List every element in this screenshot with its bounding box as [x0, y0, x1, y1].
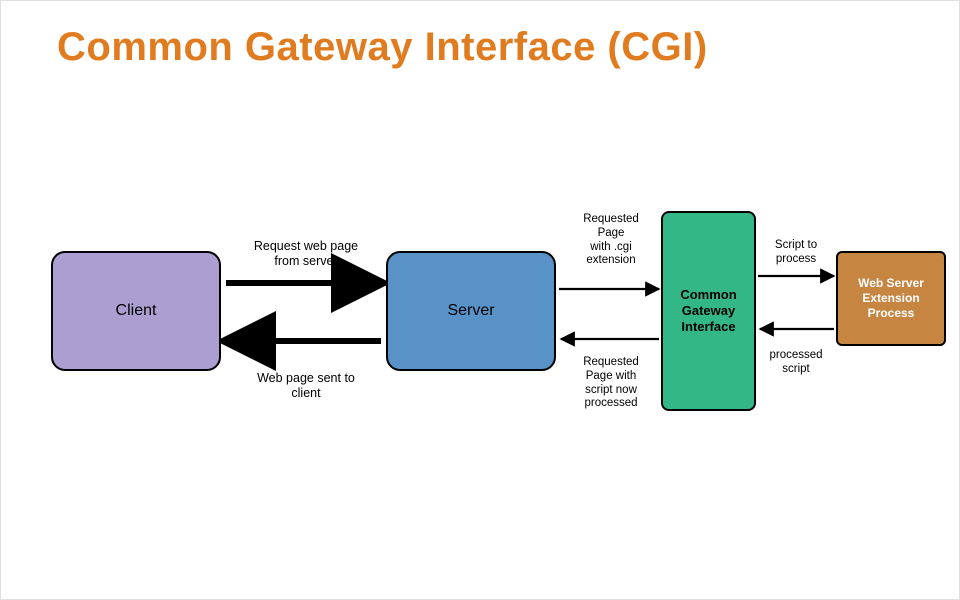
node-server-label: Server: [447, 301, 494, 321]
node-ext-label: Web Server Extension Process: [858, 276, 924, 321]
label-server-to-client: Web page sent to client: [236, 371, 376, 401]
diagram-stage: Client Server Common Gateway Interface W…: [41, 171, 921, 491]
label-cgi-to-ext: Script to process: [756, 239, 836, 267]
label-cgi-to-server: Requested Page with script now processed: [561, 356, 661, 411]
slide-title: Common Gateway Interface (CGI): [57, 25, 708, 70]
node-ext: Web Server Extension Process: [836, 251, 946, 346]
node-client-label: Client: [116, 301, 157, 321]
node-client: Client: [51, 251, 221, 371]
node-cgi-label: Common Gateway Interface: [680, 287, 736, 336]
label-client-to-server: Request web page from server: [236, 239, 376, 269]
node-cgi: Common Gateway Interface: [661, 211, 756, 411]
node-server: Server: [386, 251, 556, 371]
label-server-to-cgi: Requested Page with .cgi extension: [561, 213, 661, 268]
label-ext-to-cgi: processed script: [756, 349, 836, 377]
